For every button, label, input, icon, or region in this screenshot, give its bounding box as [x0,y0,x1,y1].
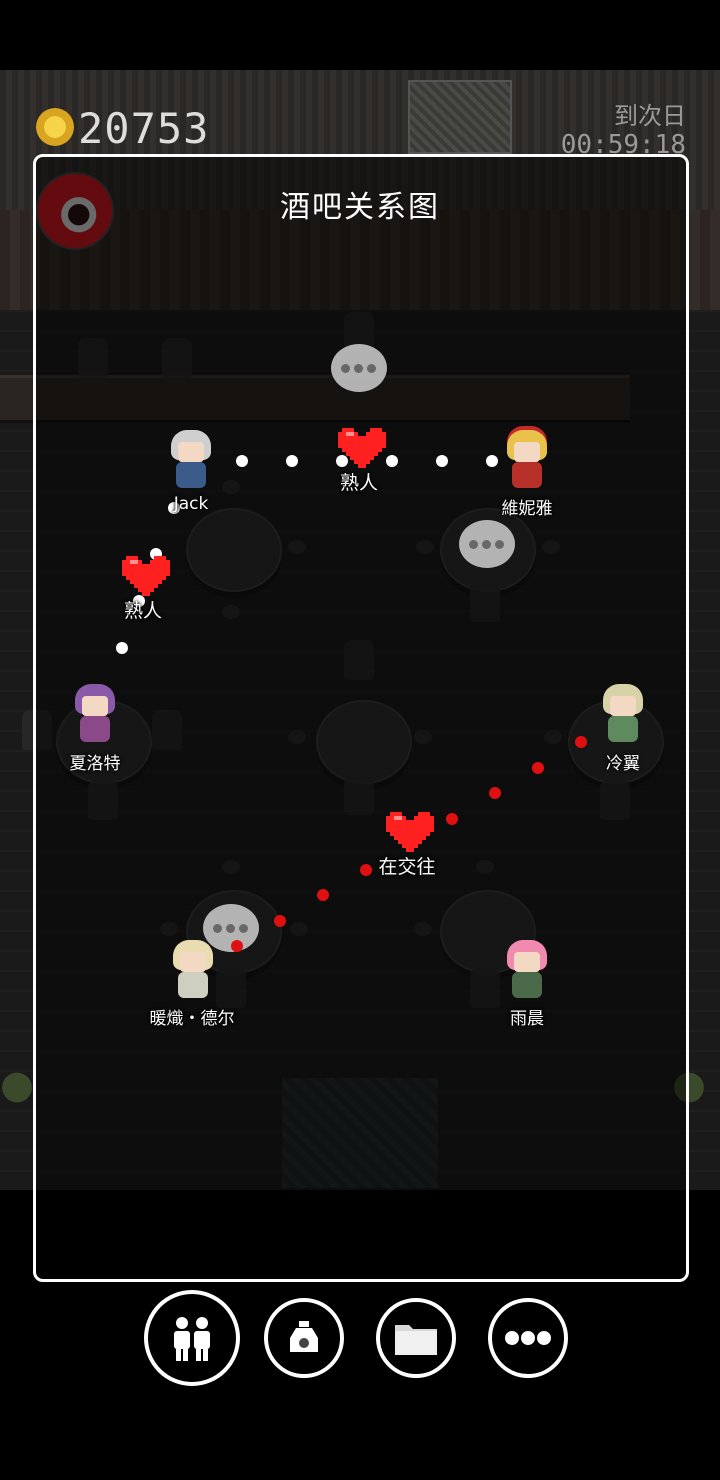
character-yuchen[interactable] [504,940,550,998]
relation-label: 熟人 [123,600,163,622]
relation-dot [489,787,501,799]
relation-dot [486,455,498,467]
speech-bubble-icon [459,520,515,568]
relation-dot [116,642,128,654]
relation-label: 熟人 [339,472,379,494]
records-button[interactable] [376,1298,456,1378]
heart-icon [338,428,386,468]
relation-label: 在交往 [378,856,436,878]
relation-dot [446,813,458,825]
relation-dot [274,915,286,927]
relationships-button[interactable] [144,1290,240,1386]
crates [408,80,512,154]
relation-dot [231,940,243,952]
character-name: 冷翼 [606,754,640,774]
relation-dot [386,455,398,467]
relation-dot [436,455,448,467]
relation-dot [360,864,372,876]
character-name: 暖熾・德尔 [149,1009,235,1029]
bottle-icon [290,1321,318,1352]
relation-dot [532,762,544,774]
relation-dot [575,736,587,748]
character-lengyi[interactable] [600,684,646,742]
character-name: 雨晨 [510,1009,544,1029]
character-jack[interactable] [168,430,214,488]
items-button[interactable] [264,1298,344,1378]
people-icon [174,1317,210,1361]
more-icon [505,1331,551,1345]
relation-dot [286,455,298,467]
character-name: 夏洛特 [69,754,121,774]
relationship-panel [33,154,689,1282]
character-name: Jack [173,494,209,514]
heart-icon [122,556,170,596]
potted-plant [0,1070,34,1120]
panel-title: 酒吧关系图 [280,190,440,225]
speech-bubble-icon [331,344,387,392]
character-vinia[interactable] [504,430,550,488]
relation-dot [317,889,329,901]
character-name: 維妮雅 [501,499,553,519]
more-button[interactable] [488,1298,568,1378]
character-charlotte[interactable] [72,684,118,742]
folder-icon [395,1325,437,1355]
coin-icon [36,108,74,146]
gold-amount: 20753 [78,104,210,153]
character-xuanweide[interactable] [170,940,216,998]
heart-icon [386,812,434,852]
next-day-label: 到次日 [614,102,686,130]
relation-dot [236,455,248,467]
next-day-timer: 到次日 00:59:18 [561,102,686,160]
